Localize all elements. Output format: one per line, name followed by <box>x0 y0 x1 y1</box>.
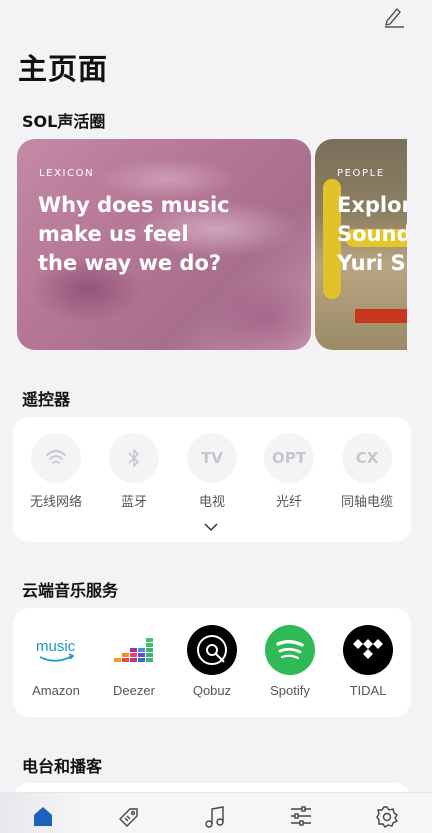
deezer-logo <box>109 625 159 675</box>
service-label: Deezer <box>113 683 155 698</box>
source-wifi-button[interactable]: 无线网络 <box>21 433 91 510</box>
bluetooth-icon <box>109 433 159 483</box>
service-label: Qobuz <box>192 683 232 698</box>
source-tv-button[interactable]: TV 电视 <box>177 433 247 510</box>
expand-button[interactable] <box>203 517 219 532</box>
section-title-remote: 遥控器 <box>22 390 71 409</box>
card-tag: PEOPLE <box>337 168 385 179</box>
service-deezer-button[interactable]: Deezer <box>95 625 173 698</box>
nav-equalizer[interactable] <box>258 793 344 833</box>
music-note-icon <box>205 806 224 828</box>
service-spotify-button[interactable]: Spotify <box>251 625 329 698</box>
nav-home[interactable] <box>0 793 86 833</box>
nav-tags[interactable] <box>86 793 172 833</box>
amazon-music-logo: music <box>31 625 81 675</box>
service-label: TIDAL <box>349 683 387 698</box>
spotify-logo <box>265 625 315 675</box>
story-card[interactable]: PEOPLE Explor Sound Yuri Su <box>315 139 407 350</box>
card-headline: Explor Sound Yuri Su <box>337 193 407 275</box>
edit-button[interactable] <box>382 4 406 28</box>
pencil-icon <box>385 8 404 28</box>
nav-settings[interactable] <box>344 793 430 833</box>
source-optical-button[interactable]: OPT 光纤 <box>254 433 324 510</box>
source-label: 光纤 <box>275 495 302 510</box>
chevron-down-icon <box>204 523 218 532</box>
opt-icon: OPT <box>264 433 314 483</box>
settings-icon <box>376 806 399 828</box>
card-tag: LEXICON <box>39 168 95 179</box>
service-qobuz-button[interactable]: Qobuz <box>173 625 251 698</box>
section-title-radio: 电台和播客 <box>22 757 103 776</box>
nav-music[interactable] <box>172 793 258 833</box>
amazon-logo-text: music <box>36 638 76 655</box>
service-label: Amazon <box>32 683 80 698</box>
source-label: 同轴电缆 <box>340 495 393 510</box>
cx-icon: CX <box>342 433 392 483</box>
home-icon <box>34 807 52 826</box>
story-card[interactable]: LEXICON Why does music make us feel the … <box>17 139 311 350</box>
tv-icon: TV <box>187 433 237 483</box>
service-label: Spotify <box>270 683 310 698</box>
tidal-logo <box>343 625 393 675</box>
source-label: 电视 <box>198 495 225 510</box>
equalizer-icon <box>291 806 311 826</box>
section-title-cloud: 云端音乐服务 <box>22 581 119 600</box>
service-amazon-button[interactable]: music Amazon <box>17 625 95 698</box>
page-title: 主页面 <box>18 52 109 86</box>
source-bluetooth-button[interactable]: 蓝牙 <box>99 433 169 510</box>
source-label: 蓝牙 <box>120 495 147 510</box>
section-title-sol: SOL声活圈 <box>22 112 106 131</box>
wifi-icon <box>31 433 81 483</box>
source-coaxial-button[interactable]: CX 同轴电缆 <box>332 433 402 510</box>
qobuz-logo <box>187 625 237 675</box>
bottom-nav <box>0 792 432 833</box>
story-carousel[interactable]: LEXICON Why does music make us feel the … <box>17 139 407 351</box>
tag-icon <box>119 808 138 827</box>
source-label: 无线网络 <box>29 495 82 510</box>
remote-panel: 无线网络 蓝牙 TV 电视 OPT 光纤 CX 同轴电缆 <box>13 417 411 542</box>
service-tidal-button[interactable]: TIDAL <box>329 625 407 698</box>
cloud-services-panel: music Amazon Deezer Qobuz Spotify TIDAL <box>13 608 411 717</box>
card-image-detail <box>355 309 407 323</box>
card-headline: Why does music make us feel the way we d… <box>38 193 230 275</box>
